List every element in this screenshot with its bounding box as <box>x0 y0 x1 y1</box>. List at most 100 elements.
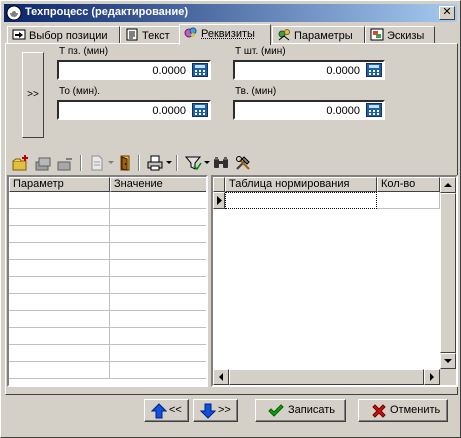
next-button[interactable]: >> <box>193 399 238 422</box>
arrow-up-icon <box>444 183 452 187</box>
tools-icon <box>236 156 250 170</box>
tab-strip: Выбор позиции Текст Реквизиты Параметры <box>5 24 458 45</box>
calculator-icon[interactable] <box>366 63 382 77</box>
exit-button[interactable] <box>116 154 134 172</box>
quantity-cell[interactable] <box>377 192 440 209</box>
scroll-up-button[interactable] <box>440 177 456 193</box>
t-sht-input[interactable] <box>235 62 363 78</box>
tab-select-position[interactable]: Выбор позиции <box>7 26 120 44</box>
tools-button[interactable] <box>234 154 252 172</box>
binoculars-icon <box>214 157 228 168</box>
value-cell[interactable] <box>110 362 206 379</box>
scroll-right-button[interactable] <box>424 369 440 385</box>
parameter-cell[interactable] <box>9 277 110 294</box>
parameter-cell[interactable] <box>9 226 110 243</box>
title-bar[interactable]: Техпроцесс (редактирование) ✕ <box>4 4 457 22</box>
arrow-left-icon <box>219 373 223 381</box>
norm-table-cell[interactable] <box>225 192 377 209</box>
t-v-label: Тв. (мин) <box>235 86 277 97</box>
row-indicator[interactable] <box>213 192 225 209</box>
scroll-left-button[interactable] <box>213 369 229 385</box>
tab-requisites[interactable]: Реквизиты <box>179 24 271 45</box>
arrow-right-icon <box>430 373 434 381</box>
value-cell[interactable] <box>110 192 206 209</box>
norm-grid-horizontal-scrollbar[interactable] <box>213 369 440 385</box>
parameter-cell[interactable] <box>9 311 110 328</box>
print-button[interactable] <box>146 154 164 172</box>
norm-grid-vertical-scrollbar[interactable] <box>440 177 456 369</box>
previous-button[interactable]: << <box>144 399 189 422</box>
t-o-input[interactable] <box>59 102 189 118</box>
scroll-down-button[interactable] <box>440 353 456 369</box>
t-v-field <box>233 100 385 120</box>
grid-header-value[interactable]: Значение <box>110 177 206 192</box>
calculator-icon[interactable] <box>192 103 208 117</box>
requisites-panel: >> Т пз. (мин) Т шт. (мин) То (мин). <box>5 43 458 395</box>
document-button[interactable] <box>88 154 106 172</box>
main-window: Техпроцесс (редактирование) ✕ Выбор пози… <box>0 0 461 438</box>
filter-button[interactable] <box>184 154 202 172</box>
filter-dropdown-icon[interactable] <box>204 161 210 164</box>
copy-folder-icon <box>35 157 51 171</box>
find-button[interactable] <box>212 154 230 172</box>
scroll-thumb[interactable] <box>440 193 456 353</box>
parameters-icon <box>278 29 290 41</box>
tab-text[interactable]: Текст <box>120 26 180 44</box>
norm-grid[interactable]: Таблица нормирования Кол-во <box>211 175 458 387</box>
value-cell[interactable] <box>110 226 206 243</box>
print-dropdown-icon[interactable] <box>166 161 172 164</box>
close-button[interactable]: ✕ <box>439 6 455 20</box>
value-cell[interactable] <box>110 277 206 294</box>
value-cell[interactable] <box>110 260 206 277</box>
next-label: >> <box>218 404 231 416</box>
value-cell[interactable] <box>110 311 206 328</box>
current-row-icon <box>217 196 222 205</box>
document-dropdown-icon[interactable] <box>108 161 114 164</box>
t-pz-field <box>57 60 211 80</box>
calculator-icon[interactable] <box>366 103 382 117</box>
parameter-cell[interactable] <box>9 260 110 277</box>
parameter-cell[interactable] <box>9 209 110 226</box>
parameter-cell[interactable] <box>9 328 110 345</box>
parameter-cell[interactable] <box>9 362 110 379</box>
tab-label: Текст <box>142 30 170 42</box>
filter-icon <box>184 156 202 171</box>
parameter-cell[interactable] <box>9 192 110 209</box>
grid-header-parameter[interactable]: Параметр <box>9 177 110 192</box>
scroll-thumb[interactable] <box>229 369 424 385</box>
previous-label: << <box>169 404 182 416</box>
calculator-icon[interactable] <box>192 63 208 77</box>
parameter-cell[interactable] <box>9 243 110 260</box>
cross-icon <box>372 404 386 418</box>
scroll-corner <box>440 369 456 385</box>
value-cell[interactable] <box>110 243 206 260</box>
text-doc-icon <box>126 28 138 41</box>
tab-label: Реквизиты <box>201 28 255 40</box>
grid-header-norm-table[interactable]: Таблица нормирования <box>225 177 377 192</box>
tab-label: Эскизы <box>387 30 425 42</box>
parameter-cell[interactable] <box>9 345 110 362</box>
t-v-input[interactable] <box>235 102 363 118</box>
save-button[interactable]: Записать <box>255 399 346 422</box>
value-cell[interactable] <box>110 294 206 311</box>
expand-button[interactable]: >> <box>22 52 44 138</box>
value-cell[interactable] <box>110 328 206 345</box>
tab-sketches[interactable]: Эскизы <box>365 26 435 44</box>
select-position-icon <box>12 29 26 40</box>
copy-record-button[interactable] <box>34 154 52 172</box>
grid-header-quantity[interactable]: Кол-во <box>377 177 440 192</box>
arrow-down-icon <box>444 359 452 363</box>
value-cell[interactable] <box>110 209 206 226</box>
parameter-cell[interactable] <box>9 294 110 311</box>
parameters-grid[interactable]: Параметр Значение <box>7 175 208 387</box>
arrow-down-blue-icon <box>200 403 216 419</box>
tab-parameters[interactable]: Параметры <box>272 26 365 44</box>
delete-record-button[interactable] <box>56 154 74 172</box>
sketches-icon <box>370 28 384 41</box>
cancel-label: Отменить <box>390 404 441 416</box>
value-cell[interactable] <box>110 345 206 362</box>
cancel-button[interactable]: Отменить <box>358 399 448 422</box>
add-record-button[interactable] <box>12 154 30 172</box>
toolbar-separator <box>176 155 178 171</box>
t-pz-input[interactable] <box>59 62 189 78</box>
